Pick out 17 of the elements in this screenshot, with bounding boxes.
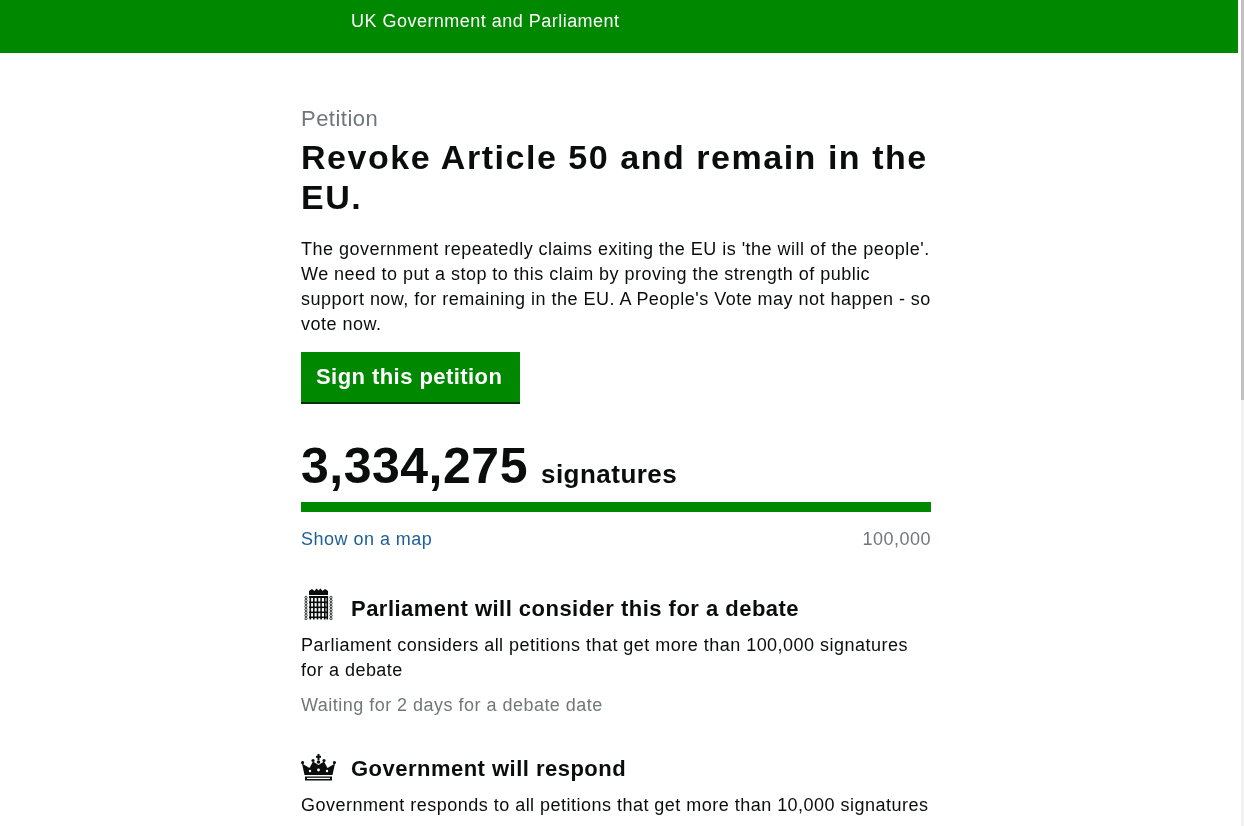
map-link[interactable]: Show on a map: [301, 527, 433, 552]
petition-title: Revoke Article 50 and remain in the EU.: [301, 137, 929, 217]
petition-label: Petition: [301, 106, 380, 132]
petition-description: The government repeatedly claims exiting the EU is 'the will of the people'. We need to put a stop to this claim by proving the strength of public support now, for remaining in the EU. A People's Vote may not happen - so vote now.: [301, 238, 932, 336]
threshold-value: 100,000: [862, 528, 931, 551]
signature-unit: signatures: [540, 459, 678, 490]
signature-count: 3,334,275: [301, 438, 528, 494]
threshold-heading: Government will respond: [351, 755, 627, 783]
site-title-link[interactable]: UK Government and Parliament: [351, 11, 620, 31]
threshold-text: Government responds to all petitions that get more than 10,000 signatures: [301, 794, 930, 817]
threshold-text: Parliament considers all petitions that get more than 100,000 signatures for a debate: [301, 634, 909, 682]
crown-icon: [301, 754, 336, 781]
sign-petition-button[interactable]: Sign this petition: [301, 352, 521, 404]
scrollbar-thumb[interactable]: [1241, 0, 1244, 400]
threshold-status: Waiting for 2 days for a debate date: [301, 694, 604, 717]
threshold-heading: Parliament will consider this for a debate: [351, 595, 800, 623]
portcullis-icon: [304, 588, 333, 620]
